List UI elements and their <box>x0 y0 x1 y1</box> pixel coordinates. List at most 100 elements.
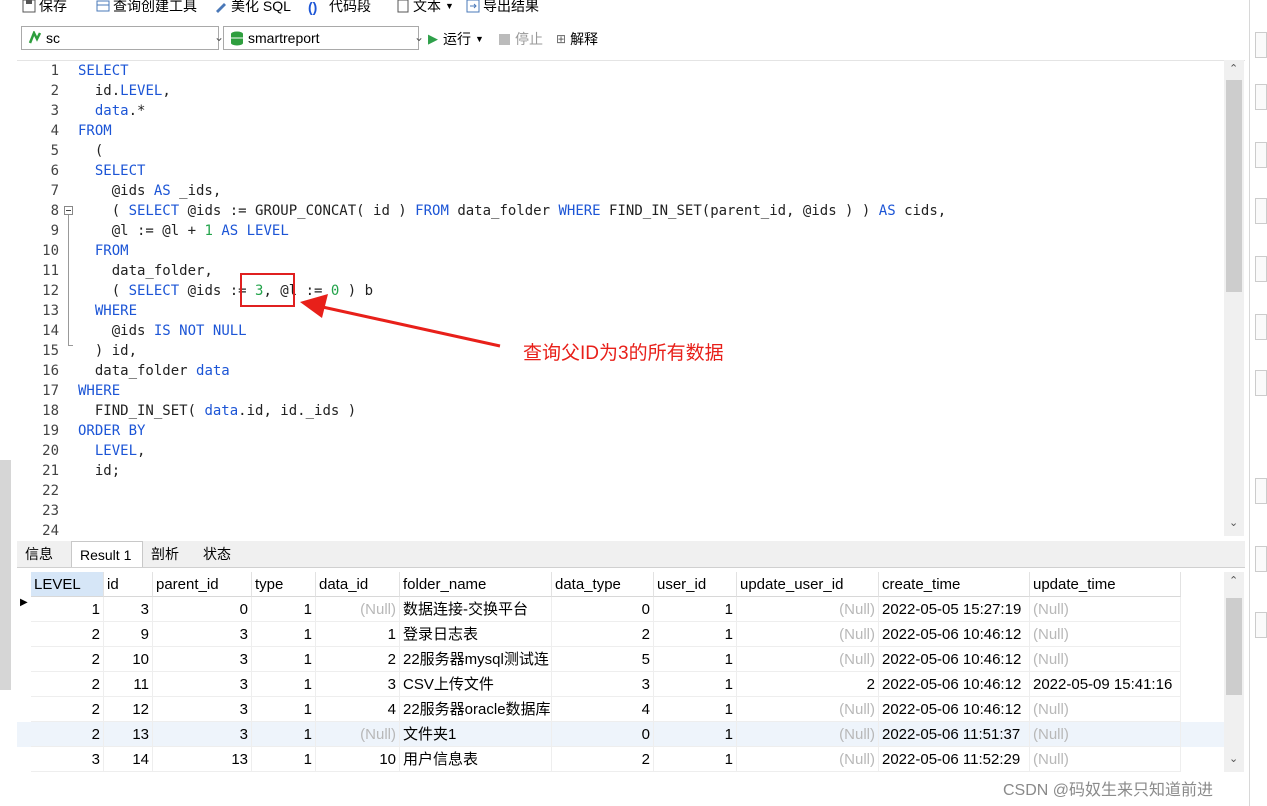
save-button[interactable]: 保存 <box>22 0 67 16</box>
cell-user-id[interactable]: 1 <box>654 647 737 672</box>
table-row[interactable]: 2 9 3 1 1 登录日志表 2 1 (Null) 2022-05-06 10:46:12 (Nu… <box>17 622 1224 647</box>
cell-update-user-id[interactable]: (Null) <box>737 622 879 647</box>
cell-data-type[interactable]: 0 <box>552 597 654 622</box>
cell-id[interactable]: 9 <box>104 622 153 647</box>
cell-create-time[interactable]: 2022-05-06 11:52:29 <box>879 747 1030 772</box>
cell-update-time[interactable]: (Null) <box>1030 647 1181 672</box>
cell-update-time[interactable]: (Null) <box>1030 622 1181 647</box>
cell-data-type[interactable]: 4 <box>552 697 654 722</box>
code-snippet-button[interactable]: () 代码段 <box>308 0 371 16</box>
cell-parent-id[interactable]: 13 <box>153 747 252 772</box>
cell-create-time[interactable]: 2022-05-06 10:46:12 <box>879 647 1030 672</box>
cell-level[interactable]: 2 <box>31 647 104 672</box>
cell-update-time[interactable]: (Null) <box>1030 597 1181 622</box>
cell-user-id[interactable]: 1 <box>654 597 737 622</box>
cell-data-type[interactable]: 0 <box>552 722 654 747</box>
side-panel-button[interactable] <box>1255 198 1267 224</box>
cell-update-time[interactable]: 2022-05-09 15:41:16 <box>1030 672 1181 697</box>
cell-data-id[interactable]: (Null) <box>316 597 400 622</box>
column-header-data-id[interactable]: data_id <box>316 572 400 597</box>
row-selector[interactable]: ▶ <box>17 597 31 622</box>
row-selector[interactable] <box>17 697 31 722</box>
row-selector[interactable] <box>17 622 31 647</box>
database-select[interactable]: smartreport ⌄ <box>223 26 424 50</box>
cell-parent-id[interactable]: 3 <box>153 647 252 672</box>
scroll-down-icon[interactable]: ⌄ <box>1229 516 1238 529</box>
cell-parent-id[interactable]: 3 <box>153 672 252 697</box>
cell-id[interactable]: 14 <box>104 747 153 772</box>
cell-data-type[interactable]: 2 <box>552 747 654 772</box>
table-row[interactable]: 2 11 3 1 3 CSV上传文件 3 1 2 2022-05-06 10:46:12 2022-… <box>17 672 1224 697</box>
explain-button[interactable]: ⊞ 解释 <box>556 29 598 49</box>
cell-type[interactable]: 1 <box>252 747 316 772</box>
side-panel-button[interactable] <box>1255 84 1267 110</box>
cell-update-user-id[interactable]: (Null) <box>737 747 879 772</box>
cell-update-user-id[interactable]: 2 <box>737 672 879 697</box>
cell-level[interactable]: 3 <box>31 747 104 772</box>
cell-type[interactable]: 1 <box>252 672 316 697</box>
cell-update-time[interactable]: (Null) <box>1030 722 1181 747</box>
cell-level[interactable]: 2 <box>31 622 104 647</box>
column-header-parent-id[interactable]: parent_id <box>153 572 252 597</box>
column-header-data-type[interactable]: data_type <box>552 572 654 597</box>
tab-info[interactable]: 信息 <box>17 541 71 567</box>
cell-id[interactable]: 11 <box>104 672 153 697</box>
cell-update-time[interactable]: (Null) <box>1030 747 1181 772</box>
cell-type[interactable]: 1 <box>252 597 316 622</box>
table-row[interactable]: 2 10 3 1 2 22服务器mysql测试连 5 1 (Null) 2022-05-06 10… <box>17 647 1224 672</box>
cell-id[interactable]: 3 <box>104 597 153 622</box>
text-menu-button[interactable]: 文本 ▼ <box>396 0 454 16</box>
scroll-down-icon[interactable]: ⌄ <box>1229 752 1238 765</box>
cell-folder-name[interactable]: 数据连接-交换平台 <box>400 597 552 622</box>
cell-level[interactable]: 1 <box>31 597 104 622</box>
cell-create-time[interactable]: 2022-05-06 10:46:12 <box>879 697 1030 722</box>
row-selector[interactable] <box>17 672 31 697</box>
row-selector[interactable] <box>17 647 31 672</box>
export-result-button[interactable]: 导出结果 <box>466 0 539 16</box>
cell-user-id[interactable]: 1 <box>654 622 737 647</box>
cell-data-type[interactable]: 5 <box>552 647 654 672</box>
cell-user-id[interactable]: 1 <box>654 672 737 697</box>
cell-folder-name[interactable]: 22服务器mysql测试连 <box>400 647 552 672</box>
fold-toggle-icon[interactable] <box>64 206 73 215</box>
cell-type[interactable]: 1 <box>252 622 316 647</box>
cell-data-id[interactable]: (Null) <box>316 722 400 747</box>
cell-id[interactable]: 12 <box>104 697 153 722</box>
sql-editor[interactable]: 1 2 3 4 5 6 7 8 9 10 11 12 13 14 15 16 17 18 19 20 21 22 23 24 … <box>17 60 1245 539</box>
cell-type[interactable]: 1 <box>252 722 316 747</box>
table-row[interactable]: 2 12 3 1 4 22服务器oracle数据库 4 1 (Null) 2022-05-06 1… <box>17 697 1224 722</box>
cell-data-id[interactable]: 2 <box>316 647 400 672</box>
column-header-user-id[interactable]: user_id <box>654 572 737 597</box>
row-selector[interactable] <box>17 722 31 747</box>
cell-folder-name[interactable]: 用户信息表 <box>400 747 552 772</box>
table-row[interactable]: 3 14 13 1 10 用户信息表 2 1 (Null) 2022-05-06 11:52:29… <box>17 747 1224 772</box>
cell-data-id[interactable]: 10 <box>316 747 400 772</box>
grid-scroll-thumb[interactable] <box>1226 598 1242 695</box>
stop-button[interactable]: 停止 <box>499 29 543 49</box>
cell-update-user-id[interactable]: (Null) <box>737 697 879 722</box>
cell-folder-name[interactable]: 文件夹1 <box>400 722 552 747</box>
cell-create-time[interactable]: 2022-05-06 11:51:37 <box>879 722 1030 747</box>
side-panel-button[interactable] <box>1255 612 1267 638</box>
cell-create-time[interactable]: 2022-05-06 10:46:12 <box>879 622 1030 647</box>
cell-user-id[interactable]: 1 <box>654 722 737 747</box>
cell-parent-id[interactable]: 3 <box>153 697 252 722</box>
column-header-update-time[interactable]: update_time <box>1030 572 1181 597</box>
table-row[interactable]: ▶ 1 3 0 1 (Null) 数据连接-交换平台 0 1 (Null) 2022-05-05 1… <box>17 597 1224 622</box>
tab-profile[interactable]: 剖析 <box>143 541 195 567</box>
cell-parent-id[interactable]: 3 <box>153 722 252 747</box>
beautify-sql-button[interactable]: 美化 SQL <box>214 0 291 16</box>
side-panel-button[interactable] <box>1255 32 1267 58</box>
column-header-folder-name[interactable]: folder_name <box>400 572 552 597</box>
side-panel-button[interactable] <box>1255 478 1267 504</box>
cell-folder-name[interactable]: 22服务器oracle数据库 <box>400 697 552 722</box>
run-button[interactable]: ▶ 运行 ▼ <box>428 29 484 49</box>
column-header-update-user-id[interactable]: update_user_id <box>737 572 879 597</box>
cell-data-id[interactable]: 1 <box>316 622 400 647</box>
cell-update-time[interactable]: (Null) <box>1030 697 1181 722</box>
side-panel-button[interactable] <box>1255 546 1267 572</box>
cell-data-type[interactable]: 3 <box>552 672 654 697</box>
cell-type[interactable]: 1 <box>252 647 316 672</box>
connection-select[interactable]: sc ⌄ <box>21 26 224 50</box>
side-panel-button[interactable] <box>1255 314 1267 340</box>
